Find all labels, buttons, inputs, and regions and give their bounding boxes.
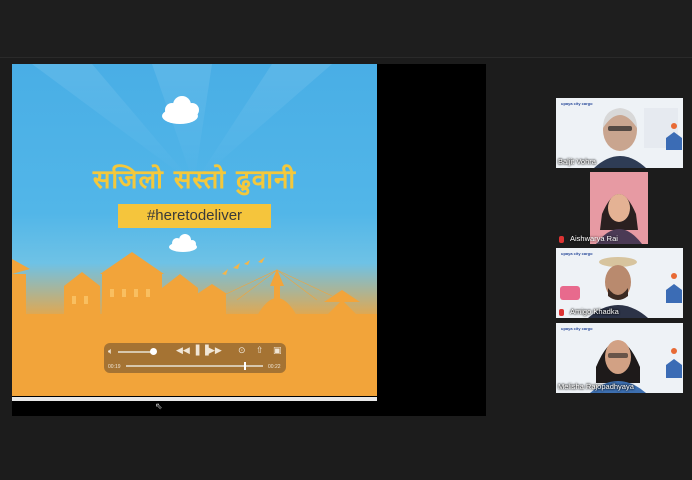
pip-icon[interactable]: ▣ [273, 346, 282, 356]
volume-knob[interactable] [150, 348, 157, 355]
video-controls: 🔈︎ ◀◀ ❚❚ ▶▶ ⊙ ⇧ ▣ 00:19 00:22 [104, 343, 286, 373]
participant-name-row: Aishwarya Rai [556, 229, 683, 245]
meeting-top-bar [0, 0, 692, 58]
volume-slider[interactable] [118, 351, 153, 353]
top-divider [0, 57, 692, 58]
remaining-time: 00:22 [268, 364, 281, 370]
volume-icon[interactable]: 🔈︎ [108, 347, 113, 357]
hashtag-banner: #heretodeliver [118, 204, 271, 228]
participant-name: Melisha Rajopadhyaya [558, 382, 634, 391]
microphone-muted-icon [559, 236, 564, 243]
participant-tile[interactable]: upaya city cargo Amigo Khadka [556, 248, 683, 318]
seek-knob[interactable] [244, 362, 246, 370]
video-frame[interactable]: सजिलो सस्तो ढुवानी #heretodeliver 🔈︎ ◀◀ … [12, 64, 377, 396]
seek-bar[interactable] [126, 365, 263, 367]
participant-tile[interactable]: upaya city cargo Melisha Rajopadhyaya [556, 323, 683, 393]
share-icon[interactable]: ⇧ [256, 346, 264, 356]
elapsed-time: 00:19 [108, 364, 121, 370]
cursor-icon: ⇖ [155, 402, 163, 412]
airplay-icon[interactable]: ⊙ [238, 346, 246, 356]
participant-name: Amigo Khadka [570, 307, 619, 316]
video-headline: सजिलो सस्तो ढुवानी [92, 165, 297, 195]
participant-name: Aishwarya Rai [570, 234, 618, 243]
participant-tile[interactable]: upaya city cargo Baljit Vohra [556, 98, 683, 168]
forward-icon[interactable]: ▶▶ [208, 346, 222, 356]
rewind-icon[interactable]: ◀◀ [176, 346, 190, 356]
shared-screen: सजिलो सस्तो ढुवानी #heretodeliver 🔈︎ ◀◀ … [12, 64, 486, 416]
cloud-icon [169, 234, 197, 252]
microphone-muted-icon [559, 309, 564, 316]
participant-name: Baljit Vohra [558, 157, 596, 166]
video-progress-strip [12, 397, 377, 401]
